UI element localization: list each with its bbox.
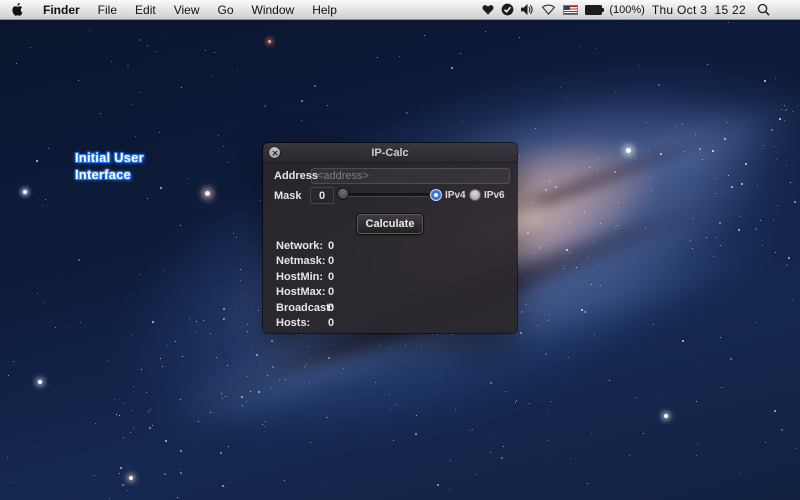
- bright-star: [626, 148, 631, 153]
- result-label: HostMax:: [276, 286, 328, 298]
- wifi-icon[interactable]: [541, 0, 556, 19]
- bright-star: [38, 380, 42, 384]
- app-menu-finder[interactable]: Finder: [34, 0, 89, 19]
- result-label: Netmask:: [276, 255, 328, 267]
- result-label: Broadcast:: [276, 302, 328, 314]
- radio-ipv6-label: IPv6: [484, 190, 505, 201]
- address-input[interactable]: [311, 168, 510, 184]
- menu-item-edit[interactable]: Edit: [126, 0, 165, 19]
- bright-star: [268, 40, 271, 43]
- menubar-clock[interactable]: Thu Oct 3 15 22: [652, 3, 746, 17]
- window-title: IP-Calc: [263, 147, 517, 159]
- calculate-button[interactable]: Calculate: [357, 214, 423, 234]
- menu-bar: Finder File Edit View Go Window Help (10…: [0, 0, 800, 20]
- heart-icon[interactable]: [482, 0, 494, 19]
- result-label: HostMin:: [276, 271, 328, 283]
- radio-ipv4-label: IPv4: [445, 190, 466, 201]
- result-row: Network: 0: [276, 238, 504, 254]
- galaxy-arm: [525, 51, 800, 244]
- mask-label: Mask: [274, 190, 302, 202]
- radio-ipv6[interactable]: [469, 189, 481, 201]
- result-row: Broadcast: 0: [276, 300, 504, 316]
- menu-item-go[interactable]: Go: [209, 0, 243, 19]
- us-flag-icon[interactable]: [563, 5, 578, 15]
- menu-item-window[interactable]: Window: [243, 0, 304, 19]
- mask-value-field[interactable]: 0: [310, 187, 334, 204]
- result-label: Network:: [276, 240, 328, 252]
- spotlight-icon[interactable]: [757, 0, 770, 19]
- desktop-annotation: Initial User Interface: [75, 149, 167, 183]
- menu-item-help[interactable]: Help: [303, 0, 346, 19]
- result-label: Hosts:: [276, 317, 328, 329]
- desktop: Finder File Edit View Go Window Help (10…: [0, 0, 800, 500]
- result-row: Netmask: 0: [276, 254, 504, 270]
- result-value: 0: [328, 302, 334, 314]
- bright-star: [664, 414, 668, 418]
- result-value: 0: [328, 255, 334, 267]
- slider-track[interactable]: [337, 193, 429, 197]
- result-value: 0: [328, 240, 334, 252]
- menu-bar-left: Finder File Edit View Go Window Help: [0, 0, 346, 19]
- result-row: Hosts: 0: [276, 316, 504, 332]
- menu-bar-status: (100%) Thu Oct 3 15 22: [482, 0, 800, 19]
- battery-icon[interactable]: [585, 5, 602, 15]
- bright-star: [129, 476, 133, 480]
- mask-slider[interactable]: [337, 187, 429, 202]
- results-panel: Network: 0 Netmask: 0 HostMin: 0 HostMax…: [276, 238, 504, 331]
- window-titlebar[interactable]: IP-Calc: [263, 143, 517, 163]
- result-value: 0: [328, 317, 334, 329]
- menu-item-view[interactable]: View: [165, 0, 209, 19]
- bright-star: [23, 190, 27, 194]
- bright-star: [205, 191, 210, 196]
- radio-ipv4[interactable]: [430, 189, 442, 201]
- ip-calc-window: IP-Calc Address Mask 0 IPv4 IPv6 Calcula…: [263, 143, 517, 333]
- result-value: 0: [328, 286, 334, 298]
- battery-percent[interactable]: (100%): [609, 4, 644, 16]
- result-row: HostMin: 0: [276, 269, 504, 285]
- apple-menu[interactable]: [0, 0, 34, 19]
- result-row: HostMax: 0: [276, 285, 504, 301]
- apple-icon: [12, 3, 23, 16]
- menu-item-file[interactable]: File: [89, 0, 126, 19]
- slider-thumb[interactable]: [337, 188, 349, 200]
- result-value: 0: [328, 271, 334, 283]
- checkmark-circle-icon[interactable]: [501, 0, 514, 19]
- volume-icon[interactable]: [521, 0, 534, 19]
